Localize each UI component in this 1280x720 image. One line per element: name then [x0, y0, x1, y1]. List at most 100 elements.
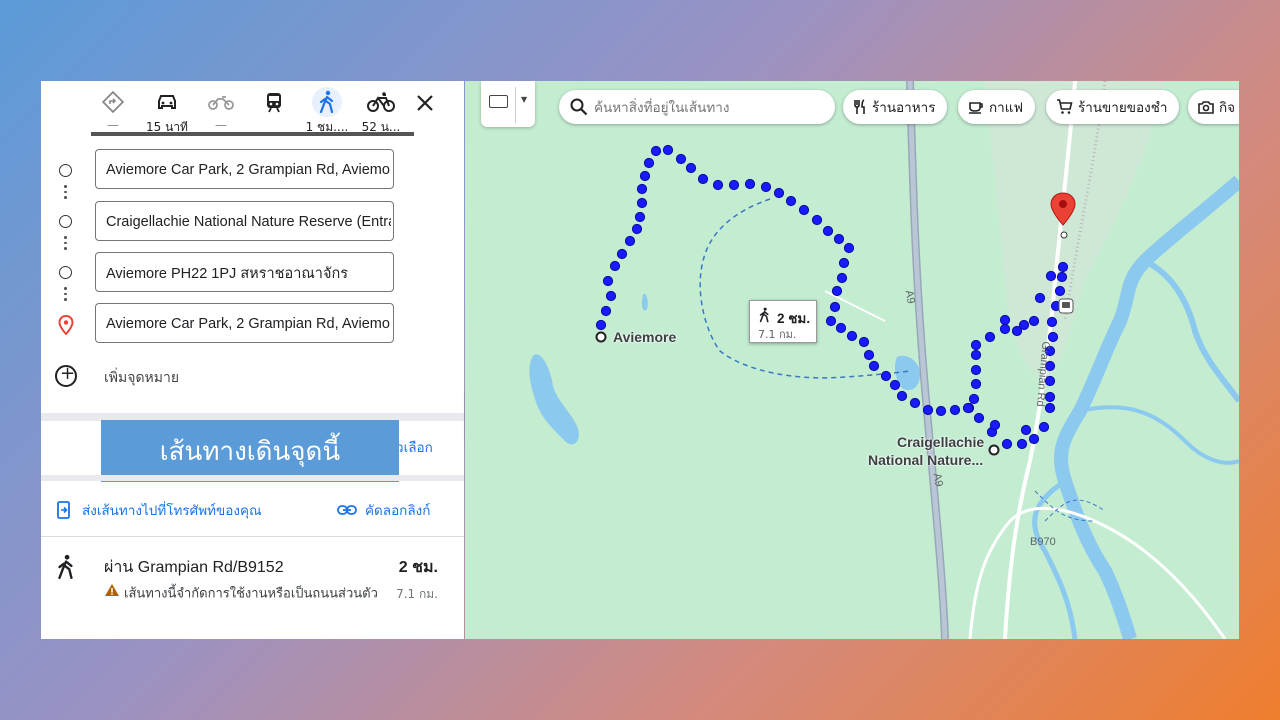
- chip-coffee[interactable]: กาแฟ: [958, 90, 1036, 124]
- map-view[interactable]: Aviemore Craigellachie National Nature..…: [465, 81, 1239, 639]
- route-dot: [863, 349, 875, 361]
- plus-icon: +: [60, 363, 76, 384]
- route-dot: [970, 364, 982, 376]
- route-dot: [662, 144, 674, 156]
- waypoint-field-4[interactable]: [95, 303, 394, 343]
- destination-pin-icon: [58, 314, 74, 339]
- route-dot: [639, 170, 651, 182]
- send-to-phone-link[interactable]: ส่งเส้นทางไปที่โทรศัพท์ของคุณ: [57, 499, 262, 521]
- mode-walking[interactable]: 1 ชม....: [305, 87, 349, 134]
- route-dot: [1047, 331, 1059, 343]
- chip-attractions[interactable]: กิจ: [1188, 90, 1239, 124]
- waypoint-input-2[interactable]: [104, 203, 393, 241]
- add-destination-button[interactable]: + เพิ่มจุดหมาย: [55, 363, 315, 389]
- route-dots: [595, 144, 1069, 450]
- copy-link-button[interactable]: คัดลอกลิงก์: [337, 499, 430, 521]
- section-divider: [41, 475, 464, 481]
- waypoint-input-4[interactable]: [104, 305, 393, 343]
- send-to-phone-label: ส่งเส้นทางไปที่โทรศัพท์ของคุณ: [82, 503, 262, 519]
- route-dot: [798, 204, 810, 216]
- callout-distance: 7.1 กม.: [758, 328, 797, 341]
- route-dot: [1028, 433, 1040, 445]
- route-dot: [880, 370, 892, 382]
- train-icon: [259, 87, 289, 117]
- keyboard-input-button[interactable]: ▼: [481, 81, 535, 127]
- mode-cycling[interactable]: 52 น...: [359, 87, 403, 134]
- car-icon: [152, 87, 182, 117]
- route-dot: [843, 242, 855, 254]
- walking-icon: [758, 307, 771, 327]
- route-dot: [760, 181, 772, 193]
- link-icon: [337, 505, 357, 515]
- travel-mode-bar: — 15 นาที — 1 ชม.... 52 น...: [41, 81, 464, 137]
- route-dot: [922, 404, 934, 416]
- close-icon: [417, 95, 433, 111]
- options-link[interactable]: วเลือก: [396, 436, 433, 458]
- mode-driving[interactable]: 15 นาที: [145, 87, 189, 134]
- mode-bar-divider: [91, 132, 414, 136]
- along-route-search[interactable]: [559, 90, 835, 124]
- craigellachie-label-line1: Craigellachie: [897, 434, 985, 450]
- route-dot: [962, 402, 974, 414]
- route-dot: [616, 248, 628, 260]
- route-dot: [1038, 421, 1050, 433]
- cart-icon: [1057, 99, 1073, 114]
- waypoint-field-1[interactable]: [95, 149, 394, 189]
- route-dot: [595, 319, 607, 331]
- bicycle-icon: [366, 87, 396, 117]
- route-dot: [989, 419, 1001, 431]
- chip-grocery[interactable]: ร้านขายของชำ: [1046, 90, 1180, 124]
- route-dot: [685, 162, 697, 174]
- aviemore-marker: [595, 331, 607, 343]
- chevron-down-icon: ▼: [521, 95, 528, 104]
- route-dot: [1046, 316, 1058, 328]
- route-dot: [1044, 402, 1056, 414]
- walking-icon: [312, 87, 342, 117]
- waypoint-field-3[interactable]: [95, 252, 394, 292]
- route-dot: [970, 339, 982, 351]
- chip-label: ร้านขายของชำ: [1078, 100, 1168, 116]
- b970-road-label: B970: [1030, 536, 1056, 548]
- start-circle-icon: [59, 164, 72, 177]
- route-dot: [600, 305, 612, 317]
- craigellachie-label-line2: National Nature...: [868, 452, 984, 468]
- route-dot: [1045, 270, 1057, 282]
- waypoint-input-3[interactable]: [104, 254, 393, 292]
- route-dot: [935, 405, 947, 417]
- route-time-callout[interactable]: 2 ชม. 7.1 กม.: [749, 300, 817, 343]
- route-dot: [970, 349, 982, 361]
- a9-road-label: A9: [902, 289, 917, 305]
- route-dot: [712, 179, 724, 191]
- route-dot: [822, 225, 834, 237]
- route-dot: [868, 360, 880, 372]
- waypoint-input-1[interactable]: [104, 151, 393, 189]
- share-row: ส่งเส้นทางไปที่โทรศัพท์ของคุณ คัดลอกลิงก…: [41, 493, 464, 523]
- route-dot: [1028, 315, 1040, 327]
- waypoint-field-2[interactable]: [95, 201, 394, 241]
- route-dot: [605, 290, 617, 302]
- route-dot: [773, 187, 785, 199]
- route-dot: [636, 183, 648, 195]
- destination-pin-icon: [1050, 192, 1076, 226]
- walking-icon: [55, 554, 77, 584]
- coffee-icon: [969, 102, 983, 114]
- route-option[interactable]: ผ่าน Grampian Rd/B9152 2 ชม. 7.1 กม. เส้…: [41, 549, 464, 639]
- route-dot: [602, 275, 614, 287]
- route-warning: เส้นทางนี้จำกัดการใช้งานหรือเป็นถนนส่วนต…: [104, 583, 394, 606]
- diamond-directions-icon: [98, 87, 128, 117]
- along-route-search-input[interactable]: [592, 96, 826, 120]
- route-dot: [624, 235, 636, 247]
- mode-transit[interactable]: [252, 87, 296, 133]
- route-dot: [609, 260, 621, 272]
- route-dot: [1056, 271, 1068, 283]
- route-dot: [1054, 285, 1066, 297]
- chip-restaurants[interactable]: ร้านอาหาร: [843, 90, 948, 124]
- route-dot: [811, 214, 823, 226]
- close-directions-button[interactable]: [413, 91, 437, 115]
- route-dot: [825, 315, 837, 327]
- copy-link-label: คัดลอกลิงก์: [365, 503, 431, 519]
- search-icon: [570, 98, 588, 116]
- mode-motorcycle[interactable]: —: [199, 87, 243, 133]
- mode-best-route[interactable]: —: [91, 87, 135, 133]
- route-dot: [838, 257, 850, 269]
